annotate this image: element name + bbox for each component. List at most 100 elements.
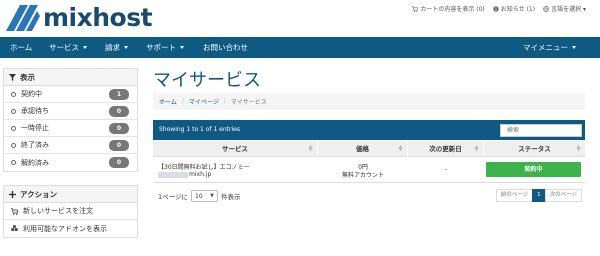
service-name: 【30日間無料お試し】エコノミー [158,164,250,171]
nav-item-contact[interactable]: お問い合わせ [203,37,248,58]
radio-icon [11,125,16,131]
filter-item-cancelled[interactable]: 解約済み 0 [4,154,137,171]
cart-link-label: カートの内容を表示 (0) [420,6,485,13]
column-header-price[interactable]: 価格 ▲ ▼ [318,141,408,157]
sort-icon: ▲ ▼ [398,144,403,153]
radio-icon [11,160,16,165]
table-row[interactable]: 【30日間無料お試し】エコノミー mixh.jp 0円 無料アカウント - 契約… [153,157,585,183]
service-domain: mixh.jp [158,171,211,178]
table-toolbar: Showing 1 to 1 of 1 entries [153,120,585,140]
column-header-label: 価格 [356,145,369,153]
filter-item-suspended[interactable]: 一時停止 0 [4,120,137,137]
globe-icon [543,5,549,12]
filter-item-label: 契約中 [21,90,42,98]
announcements-link[interactable]: お知らせ (1) [493,4,535,13]
column-header-next-due[interactable]: 次の更新日 ▲ ▼ [408,141,484,157]
filter-item-label: 承認待ち [21,107,49,115]
nav-item-support-label: サポート [146,43,176,52]
next-due-date: - [444,166,448,173]
announcements-link-label: お知らせ (1) [500,6,536,13]
filter-panel-title: 表示 [20,72,35,82]
breadcrumb-separator: / [181,98,184,105]
chevron-down-icon [180,46,184,49]
filter-item-label: 終了済み [21,141,49,149]
column-header-status[interactable]: ステータス ▲ ▼ [484,141,585,157]
table-header: サービス ▲ ▼ 価格 ▲ ▼ 次の更新日 ▲ ▼ ステータス ▲ ▼ [153,141,585,157]
header: mixhost カートの内容を表示 (0) お知らせ (1) 言語を選択 ▾ [0,0,600,36]
nav-item-home[interactable]: ホーム [10,37,32,58]
nav-item-services-label: サービス [49,43,79,52]
column-header-label: 次の更新日 [429,145,462,153]
count-badge: 0 [109,157,129,168]
cart-link[interactable]: カートの内容を表示 (0) [412,4,485,13]
main-navbar: ホーム サービス 請求 サポート お問い合わせ マイメニュー [0,37,600,58]
chevron-down-icon [83,46,87,49]
count-badge: 0 [109,140,129,151]
info-icon [493,5,499,12]
table-search-input[interactable] [500,124,582,137]
filter-item-terminated[interactable]: 終了済み 0 [4,137,137,154]
cubes-icon [11,225,18,231]
column-header-label: サービス [222,145,248,153]
status-badge: 契約中 [486,162,581,177]
sort-icon: ▲ ▼ [308,144,313,153]
radio-icon [11,91,16,97]
actions-panel-title: アクション [20,189,58,199]
actions-panel: アクション 新しいサービスを注文 利用可能なアドオンを表示 [3,185,138,238]
nav-item-billing-label: 請求 [105,43,120,52]
filter-item-active[interactable]: 契約中 1 [4,86,137,103]
column-header-service[interactable]: サービス ▲ ▼ [153,141,318,157]
language-selector[interactable]: 言語を選択 ▾ [543,4,586,13]
page-length-select[interactable]: 10 ▼ [191,190,219,202]
action-order-new-service[interactable]: 新しいサービスを注文 [4,203,137,220]
logo[interactable]: mixhost [4,3,153,33]
breadcrumb-home[interactable]: ホーム [159,97,177,106]
utility-links: カートの内容を表示 (0) お知らせ (1) 言語を選択 ▾ [412,4,586,13]
pagination: 前のページ 1 次のページ [495,189,582,202]
cell-next-due: - [408,157,484,183]
billing-cycle: 無料アカウント [341,172,384,179]
cell-service: 【30日間無料お試し】エコノミー mixh.jp [153,157,318,183]
filter-icon [9,73,16,81]
nav-item-contact-label: お問い合わせ [203,43,248,52]
nav-item-account[interactable]: マイメニュー [523,37,576,58]
nav-item-account-label: マイメニュー [523,43,568,52]
logo-stripes-icon [6,5,40,31]
cell-price: 0円 無料アカウント [318,157,408,183]
sort-icon: ▲ ▼ [474,144,479,153]
breadcrumb: ホーム / マイページ / マイサービス [153,93,585,110]
radio-icon [11,142,16,148]
page-length-suffix: 件表示 [221,193,241,201]
action-view-addons[interactable]: 利用可能なアドオンを表示 [4,220,137,237]
filter-item-label: 一時停止 [21,124,49,132]
filter-item-label: 解約済み [21,158,49,167]
logo-text: mixhost [43,3,153,32]
breadcrumb-current: マイサービス [230,99,267,106]
cart-icon [412,5,419,12]
page-length-control: 1ページに 10 ▼ 件表示 [158,190,241,202]
language-selector-label: 言語を選択 ▾ [551,6,586,13]
entries-info: Showing 1 to 1 of 1 entries [159,126,240,133]
radio-icon [11,108,16,114]
filter-panel: 表示 契約中 1 承認待ち 0 一時停止 0 終了済み 0 解約済み 0 [3,68,138,172]
action-label: 新しいサービスを注文 [23,207,93,215]
breadcrumb-separator: / [223,98,226,105]
page-length-value: 10 [195,192,203,200]
nav-item-support[interactable]: サポート [146,37,184,58]
sort-icon: ▲ ▼ [576,144,581,153]
service-domain-text: mixh.jp [189,171,212,178]
filter-item-pending[interactable]: 承認待ち 0 [4,103,137,120]
chevron-down-icon [124,46,128,49]
nav-item-billing[interactable]: 請求 [105,37,128,58]
redacted-text [158,171,188,178]
pagination-prev[interactable]: 前のページ [495,189,534,202]
page-length-prefix: 1ページに [158,193,189,201]
pagination-next[interactable]: 次のページ [544,189,582,202]
actions-panel-header: アクション [4,186,137,203]
breadcrumb-mypage[interactable]: マイページ [189,97,219,106]
nav-item-services[interactable]: サービス [49,37,87,58]
column-header-label: ステータス [518,145,551,153]
count-badge: 1 [109,89,129,100]
plus-icon [9,190,16,198]
pagination-page[interactable]: 1 [532,189,546,202]
